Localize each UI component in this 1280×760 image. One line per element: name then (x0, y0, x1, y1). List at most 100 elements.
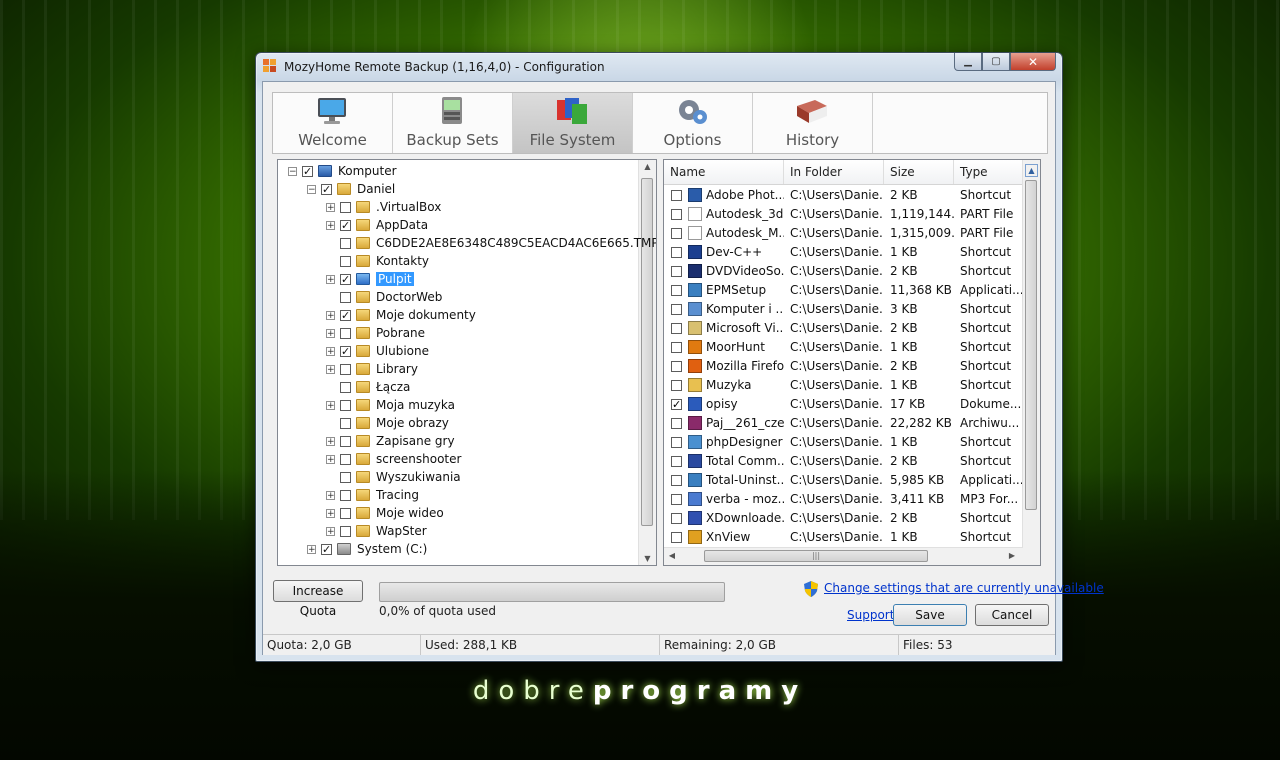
tree-node[interactable]: + ✓ Pulpit (326, 270, 414, 288)
file-checkbox[interactable] (671, 361, 682, 372)
tree-node[interactable]: + ✓ System (C:) (307, 540, 427, 558)
expand-toggle-icon[interactable]: + (326, 400, 335, 410)
tab-file-system[interactable]: File System (513, 93, 633, 153)
file-checkbox[interactable] (671, 323, 682, 334)
file-checkbox[interactable] (671, 342, 682, 353)
file-row[interactable]: Komputer i ... C:\Users\Danie... 3 KB Short… (664, 300, 1023, 319)
file-row[interactable]: XDownloade... C:\Users\Danie... 2 KB Shortc… (664, 509, 1023, 528)
expand-toggle-icon[interactable]: − (307, 184, 316, 194)
tree-node[interactable]: − ✓ Komputer (288, 162, 397, 180)
file-row[interactable]: Microsoft Vi... C:\Users\Danie... 2 KB Shor… (664, 319, 1023, 338)
file-row[interactable]: verba - moz... C:\Users\Danie... 3,411 KB M… (664, 490, 1023, 509)
file-checkbox[interactable] (671, 304, 682, 315)
file-checkbox[interactable] (671, 228, 682, 239)
file-checkbox[interactable] (671, 456, 682, 467)
file-row[interactable]: MoorHunt C:\Users\Danie... 1 KB Shortcut (664, 338, 1023, 357)
scroll-down-arrow-icon[interactable]: ▼ (639, 554, 656, 563)
tree-node[interactable]: + Tracing (326, 486, 419, 504)
tree-node-checkbox[interactable]: ✓ (340, 273, 351, 285)
tree-node-checkbox[interactable]: ✓ (321, 543, 332, 555)
column-type[interactable]: Type (954, 160, 1023, 184)
file-row[interactable]: EPMSetup C:\Users\Danie... 11,368 KB Applic… (664, 281, 1023, 300)
tree-node[interactable]: + ✓ Ulubione (326, 342, 429, 360)
expand-toggle-icon[interactable]: + (326, 526, 335, 536)
column-name[interactable]: Name (664, 160, 784, 184)
file-row[interactable]: Total Comm... C:\Users\Danie... 2 KB Shortc… (664, 452, 1023, 471)
tree-node[interactable]: − ✓ Daniel (307, 180, 395, 198)
tree-node[interactable]: + ✓ Moje dokumenty (326, 306, 476, 324)
tree-node[interactable]: + screenshooter (326, 450, 461, 468)
file-checkbox[interactable] (671, 247, 682, 258)
scroll-up-arrow-icon[interactable]: ▲ (639, 162, 656, 171)
expand-toggle-icon[interactable]: + (326, 454, 335, 464)
tree-node[interactable]: + .VirtualBox (326, 198, 441, 216)
expand-toggle-icon[interactable]: + (307, 544, 316, 554)
tree-node-checkbox[interactable] (340, 327, 351, 339)
file-list[interactable]: Name In Folder Size Type ▲ ◀ ||| ▶ Adobe… (663, 159, 1041, 566)
file-row[interactable]: Mozilla Firefox C:\Users\Danie... 2 KB Shor… (664, 357, 1023, 376)
file-checkbox[interactable] (671, 266, 682, 277)
tree-node-checkbox[interactable] (340, 399, 351, 411)
tree-node-checkbox[interactable] (340, 255, 351, 267)
file-checkbox[interactable] (671, 513, 682, 524)
support-link[interactable]: Support (847, 608, 894, 622)
file-row[interactable]: XnView C:\Users\Danie... 1 KB Shortcut (664, 528, 1023, 547)
tree-node-checkbox[interactable]: ✓ (340, 219, 351, 231)
change-settings-link[interactable]: Change settings that are currently unava… (824, 581, 1104, 595)
file-row[interactable]: Adobe Phot... C:\Users\Danie... 2 KB Shortc… (664, 186, 1023, 205)
title-bar[interactable]: MozyHome Remote Backup (1,16,4,0) - Conf… (256, 53, 1062, 81)
file-checkbox[interactable] (671, 437, 682, 448)
file-checkbox[interactable] (671, 418, 682, 429)
tree-node[interactable]: + Moje wideo (326, 504, 444, 522)
tree-node[interactable]: Kontakty (326, 252, 429, 270)
file-row[interactable]: Muzyka C:\Users\Danie... 1 KB Shortcut (664, 376, 1023, 395)
list-horizontal-scrollbar[interactable]: ◀ ||| ▶ (664, 547, 1023, 565)
tree-node-checkbox[interactable] (340, 417, 351, 429)
scroll-left-arrow-icon[interactable]: ◀ (667, 551, 677, 560)
tree-node[interactable]: Moje obrazy (326, 414, 449, 432)
tree-node-checkbox[interactable] (340, 435, 351, 447)
file-row[interactable]: Autodesk_3d... C:\Users\Danie... 1,119,144… (664, 205, 1023, 224)
tree-node-checkbox[interactable]: ✓ (302, 165, 313, 177)
tree-node[interactable]: C6DDE2AE8E6348C489C5EACD4AC6E665.TMP (326, 234, 656, 252)
expand-toggle-icon[interactable]: + (326, 346, 335, 356)
tree-node[interactable]: Wyszukiwania (326, 468, 461, 486)
tree-node-checkbox[interactable] (340, 453, 351, 465)
expand-toggle-icon[interactable]: + (326, 274, 335, 284)
scroll-right-arrow-icon[interactable]: ▶ (1007, 551, 1017, 560)
expand-toggle-icon[interactable]: + (326, 310, 335, 320)
list-vertical-scrollbar[interactable]: ▲ (1022, 160, 1040, 565)
expand-toggle-icon[interactable]: + (326, 490, 335, 500)
tree-node-checkbox[interactable] (340, 291, 351, 303)
tab-backup-sets[interactable]: Backup Sets (393, 93, 513, 153)
cancel-button[interactable]: Cancel (975, 604, 1049, 626)
expand-toggle-icon[interactable]: + (326, 508, 335, 518)
folder-tree[interactable]: ▲ ▼ − ✓ Komputer − ✓ Daniel + .VirtualBox + ✓ AppD… (277, 159, 657, 566)
tree-node-checkbox[interactable]: ✓ (340, 309, 351, 321)
file-checkbox[interactable] (671, 475, 682, 486)
tree-node-checkbox[interactable] (340, 489, 351, 501)
tree-node[interactable]: + ✓ AppData (326, 216, 428, 234)
file-checkbox[interactable] (671, 190, 682, 201)
file-checkbox[interactable] (671, 380, 682, 391)
maximize-button[interactable]: ▢ (982, 53, 1010, 71)
column-size[interactable]: Size (884, 160, 954, 184)
close-button[interactable]: ✕ (1010, 53, 1056, 71)
tree-node[interactable]: DoctorWeb (326, 288, 442, 306)
tree-node-checkbox[interactable] (340, 525, 351, 537)
expand-toggle-icon[interactable]: + (326, 328, 335, 338)
tree-node-checkbox[interactable] (340, 471, 351, 483)
expand-toggle-icon[interactable]: + (326, 220, 335, 230)
tree-node-checkbox[interactable] (340, 507, 351, 519)
tree-node[interactable]: + Moja muzyka (326, 396, 455, 414)
tree-node[interactable]: + Pobrane (326, 324, 425, 342)
file-row[interactable]: Total-Uninst... C:\Users\Danie... 5,985 KB… (664, 471, 1023, 490)
file-checkbox[interactable] (671, 494, 682, 505)
tree-node[interactable]: Łącza (326, 378, 410, 396)
file-row[interactable]: Autodesk_M... C:\Users\Danie... 1,315,009.… (664, 224, 1023, 243)
column-in-folder[interactable]: In Folder (784, 160, 884, 184)
scroll-up-arrow-icon[interactable]: ▲ (1025, 164, 1038, 177)
minimize-button[interactable]: ▁ (954, 53, 982, 71)
tab-history[interactable]: History (753, 93, 873, 153)
expand-toggle-icon[interactable]: − (288, 166, 297, 176)
